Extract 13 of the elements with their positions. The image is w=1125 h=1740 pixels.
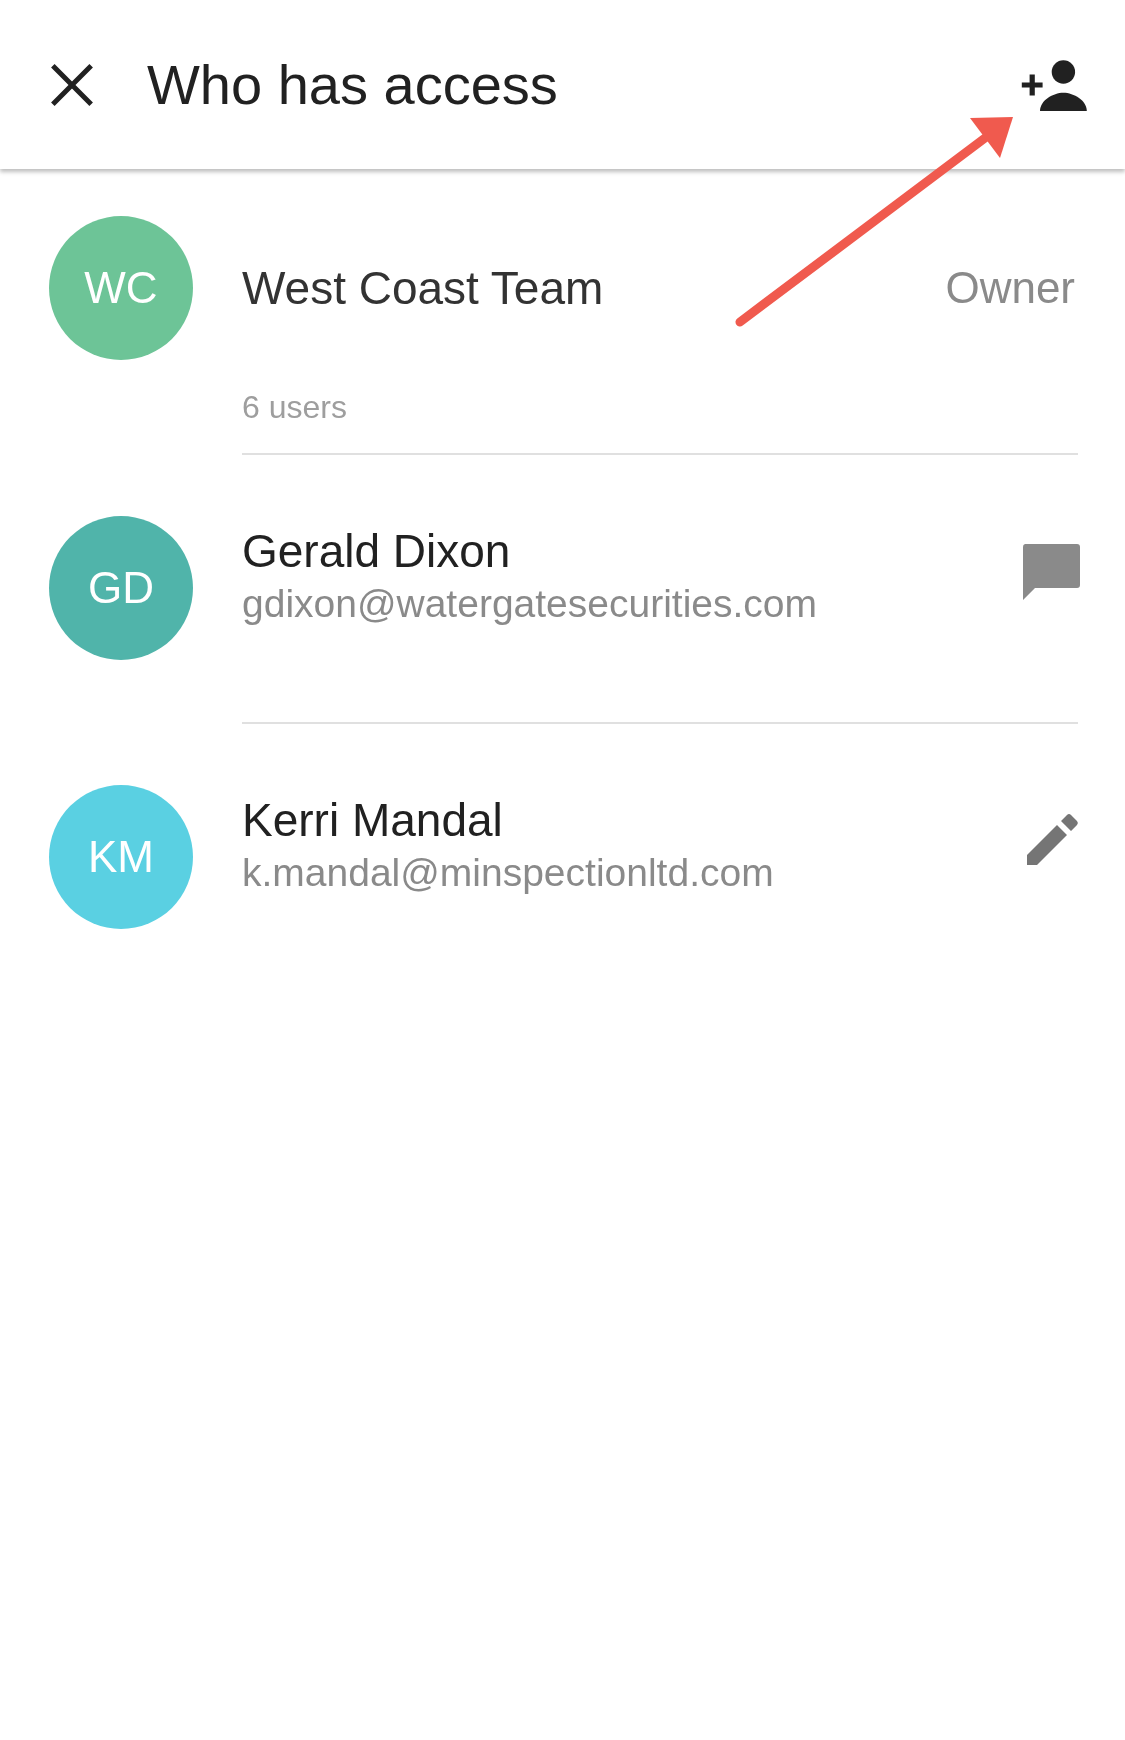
- member-count: 6 users: [242, 388, 348, 427]
- role-label: Owner: [945, 263, 1075, 313]
- member-name: West Coast Team: [242, 261, 605, 315]
- add-person-icon[interactable]: [1019, 58, 1087, 111]
- close-icon[interactable]: [49, 61, 95, 108]
- avatar: GD: [49, 516, 193, 660]
- avatar: WC: [49, 216, 193, 360]
- member-email: gdixon@watergatesecurities.com: [242, 581, 819, 627]
- member-email: k.mandal@minspectionltd.com: [242, 850, 775, 896]
- member-name: Kerri Mandal: [242, 793, 504, 847]
- page-title: Who has access: [147, 52, 559, 117]
- member-name: Gerald Dixon: [242, 524, 512, 578]
- avatar: KM: [49, 785, 193, 929]
